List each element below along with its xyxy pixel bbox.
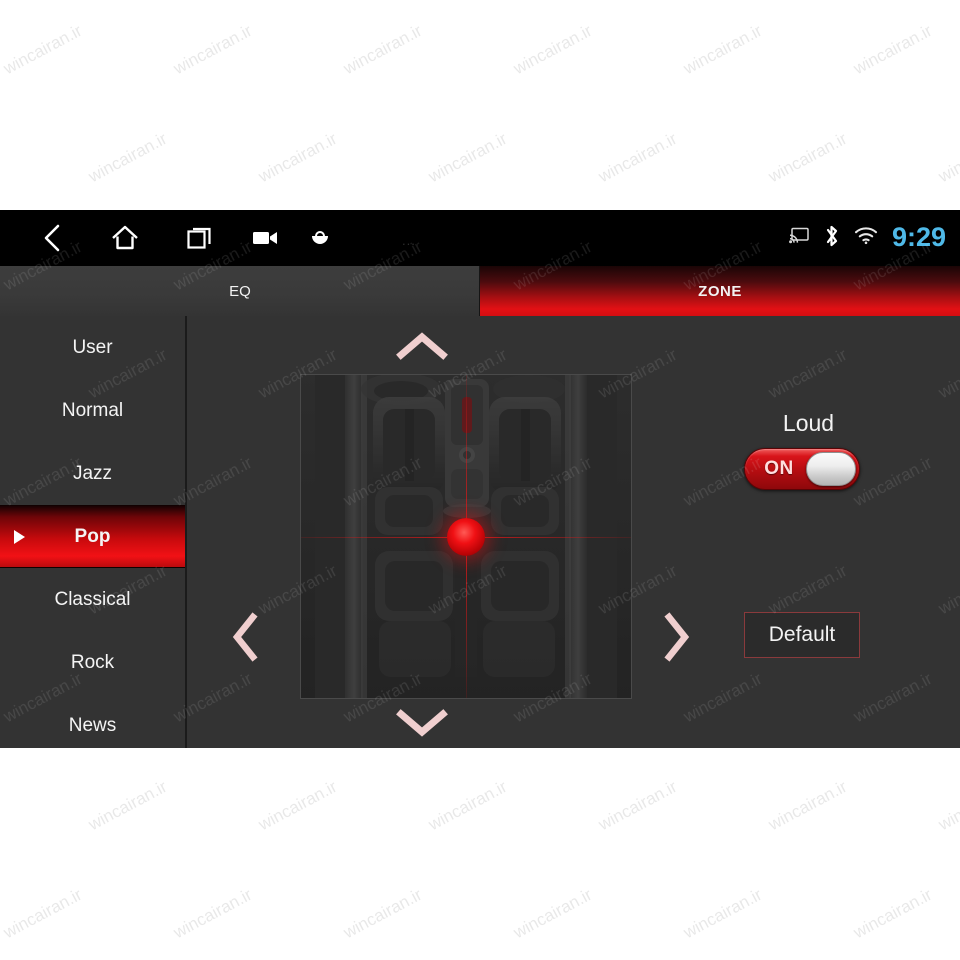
watermark-text: wincairan.ir	[0, 129, 1, 187]
android-status-bar: ... 9:29	[0, 210, 960, 266]
watermark-text: wincairan.ir	[0, 20, 86, 79]
zone-controls-panel: Loud ON Default	[657, 316, 960, 748]
chevron-up-icon[interactable]	[382, 324, 462, 368]
eq-preset-list: User Normal Jazz Pop Classical Rock News	[0, 316, 187, 748]
watermark-text: wincairan.ir	[0, 777, 1, 835]
zone-positioner	[187, 316, 690, 748]
watermark-text: wincairan.ir	[255, 128, 341, 187]
watermark-text: wincairan.ir	[765, 776, 851, 835]
watermark-text: wincairan.ir	[680, 20, 766, 79]
preset-label: User	[72, 336, 113, 358]
loud-toggle[interactable]: ON	[744, 448, 860, 490]
selected-marker-icon	[14, 529, 25, 544]
wifi-icon[interactable]	[854, 226, 878, 250]
preset-label: Classical	[54, 588, 131, 610]
preset-label: Normal	[61, 399, 124, 421]
home-icon[interactable]	[101, 210, 149, 266]
recents-icon[interactable]	[176, 210, 224, 266]
preset-item-pop[interactable]: Pop	[0, 505, 185, 568]
head-unit-screen: ... 9:29 EQ ZONE User Normal Jazz Pop Cl…	[0, 210, 960, 748]
default-button[interactable]: Default	[744, 612, 860, 658]
tab-zone[interactable]: ZONE	[480, 266, 960, 316]
watermark-text: wincairan.ir	[935, 128, 960, 187]
watermark-text: wincairan.ir	[510, 884, 596, 943]
preset-label: Pop	[74, 525, 111, 547]
screenshot-root: ... 9:29 EQ ZONE User Normal Jazz Pop Cl…	[0, 0, 960, 960]
tab-bar: EQ ZONE	[0, 266, 960, 316]
watermark-text: wincairan.ir	[765, 128, 851, 187]
watermark-text: wincairan.ir	[850, 20, 936, 79]
system-status-icons: 9:29	[789, 210, 946, 266]
bluetooth-icon[interactable]	[823, 224, 840, 253]
app-bag-icon[interactable]	[298, 210, 342, 266]
content-area: User Normal Jazz Pop Classical Rock News…	[0, 316, 960, 748]
watermark-text: wincairan.ir	[170, 884, 256, 943]
preset-label: Rock	[70, 651, 115, 673]
overflow-dots[interactable]: ...	[402, 234, 416, 247]
watermark-text: wincairan.ir	[0, 884, 86, 943]
watermark-text: wincairan.ir	[510, 20, 596, 79]
watermark-text: wincairan.ir	[850, 884, 936, 943]
watermark-text: wincairan.ir	[340, 20, 426, 79]
watermark-text: wincairan.ir	[935, 776, 960, 835]
watermark-text: wincairan.ir	[595, 776, 681, 835]
back-icon[interactable]	[28, 210, 76, 266]
preset-item-classical[interactable]: Classical	[0, 568, 185, 631]
watermark-text: wincairan.ir	[680, 884, 766, 943]
cast-icon[interactable]	[789, 227, 809, 249]
sound-focus-point[interactable]	[447, 517, 485, 556]
watermark-text: wincairan.ir	[595, 128, 681, 187]
chevron-down-icon[interactable]	[382, 701, 462, 745]
preset-item-user[interactable]: User	[0, 316, 185, 379]
preset-item-news[interactable]: News	[0, 694, 185, 748]
watermark-text: wincairan.ir	[425, 776, 511, 835]
preset-label: News	[68, 714, 117, 736]
watermark-text: wincairan.ir	[255, 776, 341, 835]
watermark-text: wincairan.ir	[170, 20, 256, 79]
clock: 9:29	[891, 221, 946, 252]
loud-toggle-knob[interactable]	[806, 452, 856, 486]
watermark-text: wincairan.ir	[340, 884, 426, 943]
watermark-text: wincairan.ir	[425, 128, 511, 187]
chevron-left-icon[interactable]	[221, 606, 269, 668]
video-camera-icon[interactable]	[242, 210, 290, 266]
tab-eq[interactable]: EQ	[0, 266, 480, 316]
watermark-text: wincairan.ir	[85, 128, 171, 187]
preset-item-jazz[interactable]: Jazz	[0, 442, 185, 505]
preset-item-rock[interactable]: Rock	[0, 631, 185, 694]
watermark-text: wincairan.ir	[85, 776, 171, 835]
loud-label: Loud	[782, 410, 835, 436]
loud-toggle-state: ON	[764, 458, 794, 479]
preset-label: Jazz	[72, 462, 113, 484]
preset-item-normal[interactable]: Normal	[0, 379, 185, 442]
car-interior-map[interactable]	[300, 374, 632, 699]
